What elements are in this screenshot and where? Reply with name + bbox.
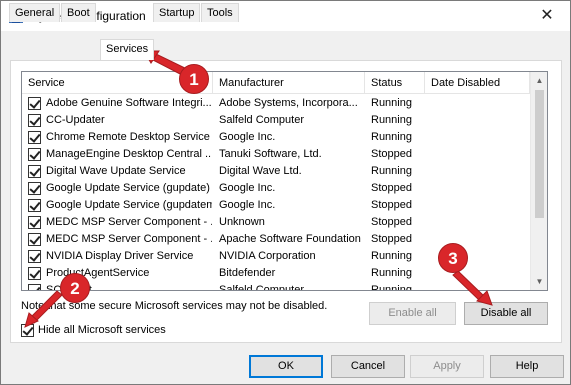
- close-icon[interactable]: ✕: [524, 1, 570, 31]
- service-checkbox[interactable]: [28, 165, 41, 178]
- service-date-disabled: [431, 113, 529, 128]
- scroll-up-icon[interactable]: ▲: [531, 72, 547, 89]
- vertical-scrollbar[interactable]: ▲ ▼: [530, 72, 547, 290]
- column-header-manufacturer[interactable]: Manufacturer: [213, 72, 365, 94]
- service-name: ManageEngine Desktop Central ...: [46, 148, 212, 160]
- service-status: Running: [371, 284, 412, 291]
- system-configuration-window: System Configuration ✕ General Boot Serv…: [0, 0, 571, 385]
- service-manufacturer: Digital Wave Ltd.: [219, 165, 302, 177]
- apply-button[interactable]: Apply: [410, 355, 484, 378]
- service-name: MEDC MSP Server Component - ...: [46, 216, 212, 228]
- service-name: Google Update Service (gupdatem): [46, 199, 212, 211]
- hide-microsoft-services-checkbox[interactable]: [21, 324, 34, 337]
- service-name: Google Update Service (gupdate): [46, 182, 210, 194]
- service-name: MEDC MSP Server Component - ...: [46, 233, 212, 245]
- note-text: Note that some secure Microsoft services…: [21, 300, 328, 312]
- service-name: Chrome Remote Desktop Service: [46, 131, 210, 143]
- column-header-status[interactable]: Status: [365, 72, 425, 94]
- service-manufacturer: Adobe Systems, Incorpora...: [219, 97, 358, 109]
- service-name: Digital Wave Update Service: [46, 165, 186, 177]
- service-checkbox[interactable]: [28, 131, 41, 144]
- service-status: Stopped: [371, 199, 412, 211]
- tab-general[interactable]: General: [9, 3, 61, 22]
- service-manufacturer: Google Inc.: [219, 199, 276, 211]
- service-name: CC-Updater: [46, 114, 105, 126]
- help-button[interactable]: Help: [490, 355, 564, 378]
- service-status: Running: [371, 267, 412, 279]
- services-list[interactable]: Service Manufacturer Status Date Disable…: [21, 71, 548, 291]
- service-manufacturer: Salfeld Computer: [219, 284, 304, 291]
- step-marker-3: 3: [438, 243, 468, 273]
- service-checkbox[interactable]: [28, 233, 41, 246]
- service-manufacturer: Bitdefender: [219, 267, 276, 279]
- service-name: Adobe Genuine Software Integri...: [46, 97, 212, 109]
- step-marker-2: 2: [60, 273, 90, 303]
- table-row[interactable]: SCCHostSalfeld ComputerRunning: [22, 282, 530, 291]
- service-checkbox[interactable]: [28, 216, 41, 229]
- service-date-disabled: [431, 198, 529, 213]
- service-status: Stopped: [371, 148, 412, 160]
- service-checkbox[interactable]: [28, 114, 41, 127]
- table-row[interactable]: ManageEngine Desktop Central ... Tanuki S…: [22, 146, 530, 163]
- service-manufacturer: Google Inc.: [219, 131, 276, 143]
- table-row[interactable]: Adobe Genuine Software Integri... Adobe S…: [22, 95, 530, 112]
- table-row[interactable]: Google Update Service (gupdatem) Google I…: [22, 197, 530, 214]
- service-status: Running: [371, 131, 412, 143]
- service-manufacturer: Google Inc.: [219, 182, 276, 194]
- service-name: NVIDIA Display Driver Service: [46, 250, 194, 262]
- enable-all-button[interactable]: Enable all: [369, 302, 456, 325]
- service-status: Stopped: [371, 233, 412, 245]
- service-date-disabled: [431, 130, 529, 145]
- cancel-button[interactable]: Cancel: [331, 355, 405, 378]
- service-date-disabled: [431, 147, 529, 162]
- tab-boot[interactable]: Boot: [61, 3, 96, 22]
- service-checkbox[interactable]: [28, 250, 41, 263]
- table-row[interactable]: Chrome Remote Desktop Service Google Inc.…: [22, 129, 530, 146]
- service-status: Running: [371, 165, 412, 177]
- service-date-disabled: [431, 181, 529, 196]
- service-manufacturer: NVIDIA Corporation: [219, 250, 316, 262]
- service-status: Running: [371, 97, 412, 109]
- service-date-disabled: [431, 164, 529, 179]
- table-row[interactable]: Google Update Service (gupdate) Google In…: [22, 180, 530, 197]
- service-checkbox[interactable]: [28, 148, 41, 161]
- service-manufacturer: Apache Software Foundation: [219, 233, 361, 245]
- service-status: Stopped: [371, 182, 412, 194]
- disable-all-button[interactable]: Disable all: [464, 302, 548, 325]
- table-row[interactable]: CC-Updater Salfeld Computer Running: [22, 112, 530, 129]
- table-row[interactable]: Digital Wave Update Service Digital Wave …: [22, 163, 530, 180]
- column-header-date-disabled[interactable]: Date Disabled: [425, 72, 530, 94]
- scroll-thumb[interactable]: [535, 90, 544, 218]
- service-date-disabled: [431, 283, 529, 290]
- ok-button[interactable]: OK: [249, 355, 323, 378]
- service-checkbox[interactable]: [28, 97, 41, 110]
- scroll-down-icon[interactable]: ▼: [531, 273, 547, 290]
- service-manufacturer: Tanuki Software, Ltd.: [219, 148, 322, 160]
- tab-tools[interactable]: Tools: [201, 3, 239, 22]
- service-date-disabled: [431, 96, 529, 111]
- tab-startup[interactable]: Startup: [153, 3, 201, 22]
- service-manufacturer: Unknown: [219, 216, 265, 228]
- service-checkbox[interactable]: [28, 199, 41, 212]
- table-row[interactable]: MEDC MSP Server Component - ... Unknown St…: [22, 214, 530, 231]
- hide-microsoft-services-label: Hide all Microsoft services: [38, 324, 166, 336]
- service-checkbox[interactable]: [28, 284, 41, 290]
- service-date-disabled: [431, 215, 529, 230]
- step-marker-1: 1: [179, 64, 209, 94]
- service-status: Running: [371, 114, 412, 126]
- service-status: Stopped: [371, 216, 412, 228]
- service-status: Running: [371, 250, 412, 262]
- list-header: Service Manufacturer Status Date Disable…: [22, 72, 530, 94]
- service-checkbox[interactable]: [28, 267, 41, 280]
- service-checkbox[interactable]: [28, 182, 41, 195]
- tab-services[interactable]: Services: [100, 39, 155, 60]
- service-manufacturer: Salfeld Computer: [219, 114, 304, 126]
